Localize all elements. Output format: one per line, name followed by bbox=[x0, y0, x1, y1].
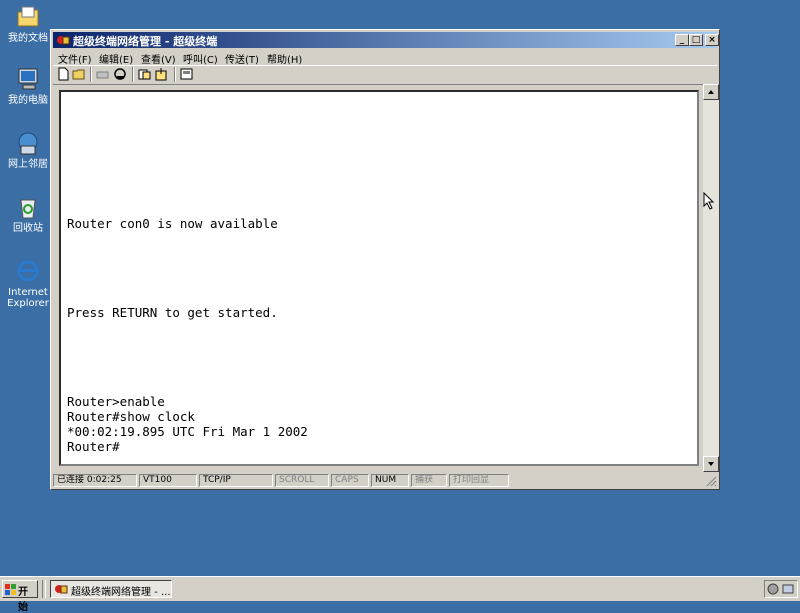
menu-help[interactable]: 帮助(H) bbox=[267, 51, 302, 66]
menu-call[interactable]: 呼叫(C) bbox=[183, 51, 218, 66]
toolbar-separator bbox=[90, 67, 92, 82]
toolbar-separator bbox=[132, 67, 134, 82]
taskbar-divider bbox=[42, 580, 46, 598]
ie-icon bbox=[15, 258, 41, 284]
menu-file[interactable]: 文件(F) bbox=[58, 51, 92, 66]
taskbar-button-label: 超级终端网络管理 - ... bbox=[71, 587, 171, 598]
desktop-icon-internet-explorer[interactable]: Internet Explorer bbox=[4, 258, 52, 309]
status-bar: 已连接 0:02:25 VT100 TCP/IP SCROLL CAPS NUM… bbox=[53, 473, 717, 489]
open-icon[interactable] bbox=[72, 67, 87, 81]
receive-icon[interactable] bbox=[154, 67, 169, 81]
status-protocol: TCP/IP bbox=[199, 474, 273, 487]
minimize-button[interactable]: _ bbox=[675, 34, 689, 46]
desktop-icon-network[interactable]: 网上邻居 bbox=[4, 130, 52, 170]
desktop-icon-label: 我的电脑 bbox=[8, 95, 48, 106]
menu-edit[interactable]: 编辑(E) bbox=[99, 51, 133, 66]
status-emulation: VT100 bbox=[139, 474, 197, 487]
taskbar: 开始 超级终端网络管理 - ... bbox=[0, 576, 800, 613]
status-caps: CAPS bbox=[331, 474, 369, 487]
network-icon bbox=[15, 130, 41, 156]
menu-transfer[interactable]: 传送(T) bbox=[225, 51, 259, 66]
close-button[interactable]: × bbox=[705, 34, 719, 46]
resize-grip-icon[interactable] bbox=[705, 475, 717, 487]
toolbar-separator bbox=[174, 67, 176, 82]
new-icon[interactable] bbox=[56, 67, 71, 81]
windows-logo-icon bbox=[5, 584, 17, 598]
maximize-button[interactable]: □ bbox=[689, 34, 703, 46]
scroll-up-button[interactable] bbox=[703, 84, 719, 100]
send-icon[interactable] bbox=[137, 67, 152, 81]
call-icon[interactable] bbox=[113, 67, 128, 81]
recycle-bin-icon bbox=[15, 194, 41, 220]
desktop-icon-my-documents[interactable]: 我的文档 bbox=[4, 4, 52, 44]
terminal-line: Router>enable bbox=[67, 394, 165, 409]
menu-bar: 文件(F) 编辑(E) 查看(V) 呼叫(C) 传送(T) 帮助(H) bbox=[53, 49, 717, 66]
terminal-line: Press RETURN to get started. bbox=[67, 305, 278, 320]
desktop-icon-label: 回收站 bbox=[13, 223, 43, 234]
toolbar bbox=[53, 65, 717, 85]
desktop-icon-recycle-bin[interactable]: 回收站 bbox=[4, 194, 52, 234]
title-bar[interactable]: 超级终端网络管理 - 超级终端 _ □ × bbox=[53, 32, 719, 49]
window-title: 超级终端网络管理 - 超级终端 bbox=[73, 35, 218, 48]
hyperterminal-window: 超级终端网络管理 - 超级终端 _ □ × 文件(F) 编辑(E) 查看(V) … bbox=[50, 29, 720, 490]
hyperterminal-app-icon bbox=[54, 583, 68, 597]
status-num: NUM bbox=[371, 474, 409, 487]
tray-network-icon[interactable] bbox=[782, 583, 794, 598]
arrow-up-icon bbox=[708, 90, 714, 94]
disconnect-icon[interactable] bbox=[95, 67, 110, 81]
scroll-down-button[interactable] bbox=[703, 456, 719, 472]
menu-view[interactable]: 查看(V) bbox=[141, 51, 176, 66]
status-capture: 捕获 bbox=[411, 474, 447, 487]
terminal-line: *00:02:19.895 UTC Fri Mar 1 2002 bbox=[67, 424, 308, 439]
computer-icon bbox=[15, 66, 41, 92]
properties-icon[interactable] bbox=[179, 67, 194, 81]
start-label: 开始 bbox=[18, 587, 28, 613]
arrow-down-icon bbox=[708, 462, 714, 466]
vertical-scrollbar[interactable] bbox=[703, 84, 719, 472]
terminal-line: Router#show clock bbox=[67, 409, 195, 424]
status-connected: 已连接 0:02:25 bbox=[53, 474, 137, 487]
status-scroll: SCROLL bbox=[275, 474, 329, 487]
hyperterminal-app-icon bbox=[56, 34, 70, 49]
terminal-line: Router con0 is now available bbox=[67, 216, 278, 231]
desktop-icon-label: 网上邻居 bbox=[8, 159, 48, 170]
desktop-icon-label: 我的文档 bbox=[8, 33, 48, 44]
status-print-echo: 打印回显 bbox=[449, 474, 509, 487]
mouse-cursor-icon bbox=[703, 191, 715, 213]
tray-status-icon[interactable] bbox=[767, 583, 779, 598]
folder-icon bbox=[15, 4, 41, 30]
terminal-line: Router# bbox=[67, 439, 120, 454]
terminal-area[interactable]: Router con0 is now available Press RETUR… bbox=[59, 90, 699, 466]
system-tray bbox=[764, 580, 798, 598]
desktop-icon-my-computer[interactable]: 我的电脑 bbox=[4, 66, 52, 106]
desktop-icon-label: Internet Explorer bbox=[7, 287, 49, 309]
taskbar-button-hyperterminal[interactable]: 超级终端网络管理 - ... bbox=[50, 580, 172, 598]
start-button[interactable]: 开始 bbox=[2, 580, 38, 613]
